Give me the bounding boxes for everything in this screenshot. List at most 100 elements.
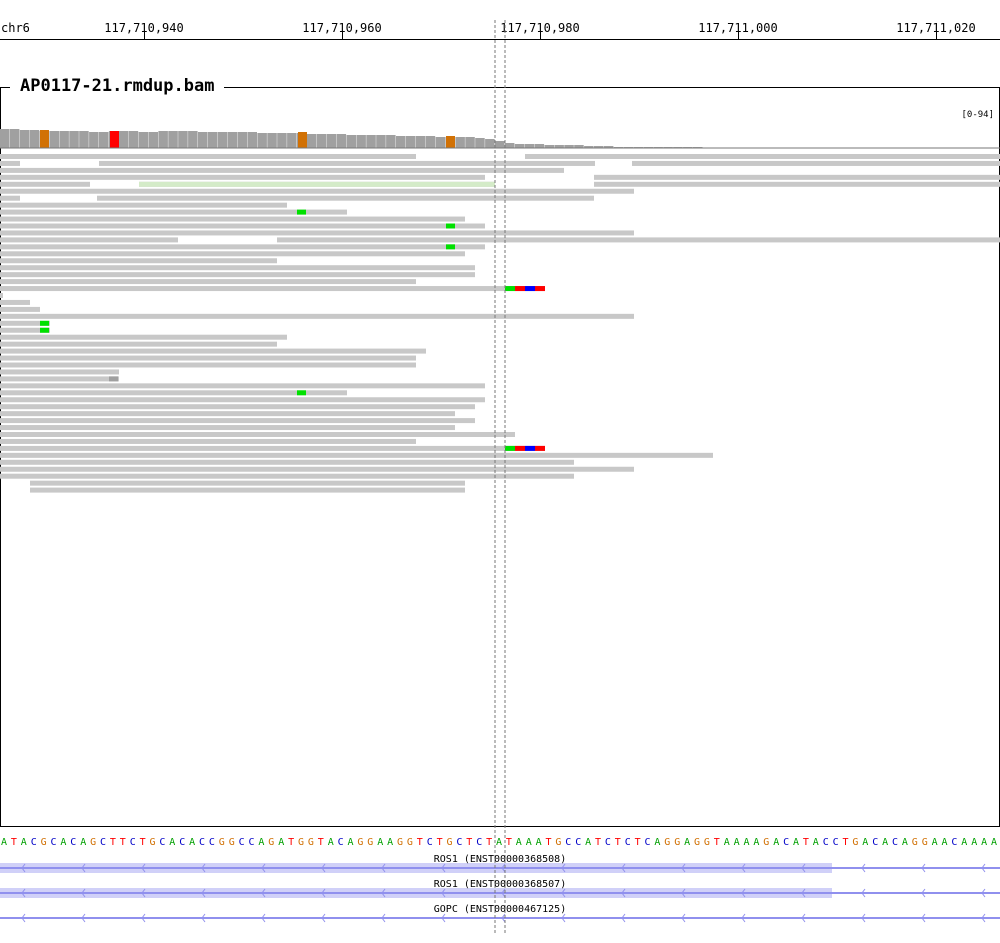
read[interactable] [0, 188, 634, 194]
coverage-bar[interactable] [19, 130, 30, 148]
alignment-view[interactable] [0, 0, 1000, 943]
read[interactable] [0, 425, 455, 431]
read[interactable] [0, 459, 574, 465]
coverage-bar[interactable] [69, 131, 79, 148]
coverage-bar[interactable] [316, 134, 327, 148]
read[interactable] [0, 154, 416, 159]
coverage-bar[interactable] [534, 144, 545, 148]
read[interactable] [0, 244, 485, 250]
coverage-bar[interactable] [227, 132, 238, 148]
coverage-bar[interactable] [356, 135, 366, 148]
coverage-bar[interactable] [9, 129, 20, 148]
read[interactable] [0, 286, 545, 292]
read[interactable] [0, 334, 287, 340]
read[interactable] [0, 341, 277, 347]
coverage-bar[interactable] [128, 131, 139, 148]
read[interactable] [0, 209, 347, 215]
gene-label-ros1-508[interactable]: ROS1 (ENST00000368508) [0, 854, 1000, 865]
reference-sequence[interactable]: ATACGCACAGCTTCTGCACACCGGCCAGATGGTACAGGAA… [0, 837, 1000, 849]
read-mismatch[interactable] [505, 286, 515, 292]
read[interactable] [0, 432, 515, 437]
coverage-bar[interactable] [386, 135, 396, 148]
read[interactable] [0, 181, 90, 187]
read[interactable] [0, 174, 485, 180]
read[interactable] [0, 230, 634, 236]
coverage-bar[interactable] [138, 132, 149, 148]
coverage-bar[interactable] [59, 131, 69, 148]
coverage-bar[interactable] [49, 131, 60, 148]
coverage-bar[interactable] [415, 136, 426, 148]
read-mismatch[interactable] [40, 320, 49, 326]
coverage-bar[interactable] [425, 136, 436, 148]
read[interactable] [0, 383, 485, 389]
read-mismatch[interactable] [515, 286, 525, 292]
coverage-bar[interactable] [277, 133, 287, 148]
read[interactable] [0, 404, 475, 410]
read[interactable] [0, 362, 416, 368]
coverage-bar[interactable] [118, 131, 129, 148]
read[interactable] [0, 466, 634, 472]
read-mismatch[interactable] [505, 445, 515, 451]
coverage-bar[interactable] [396, 136, 406, 148]
read-mismatch[interactable] [525, 286, 535, 292]
coverage-bar[interactable] [267, 133, 277, 148]
read[interactable] [0, 397, 485, 403]
read[interactable] [97, 195, 594, 201]
coverage-bar[interactable] [247, 132, 258, 148]
read-mismatch[interactable] [515, 445, 525, 451]
coverage-bar[interactable] [287, 133, 297, 148]
coverage-bar[interactable] [376, 135, 386, 148]
coverage-bar[interactable] [0, 129, 10, 148]
coverage-bar[interactable] [504, 143, 515, 148]
read-mismatch[interactable] [40, 327, 49, 333]
read-mismatch[interactable] [297, 209, 306, 215]
coverage-bar[interactable] [524, 144, 535, 148]
read-mismatch[interactable] [446, 244, 455, 250]
coverage-bar[interactable] [198, 132, 208, 148]
read[interactable] [0, 195, 20, 201]
read[interactable] [99, 160, 595, 166]
read[interactable] [0, 411, 455, 417]
coverage-bar[interactable] [455, 137, 465, 148]
read[interactable] [0, 279, 416, 285]
coverage-bar[interactable] [306, 134, 317, 148]
read-mismatch[interactable] [525, 445, 535, 451]
read-mismatch[interactable] [297, 390, 306, 396]
coverage-mismatch-bar[interactable] [40, 130, 49, 148]
coverage-bar[interactable] [475, 138, 485, 148]
read[interactable] [0, 167, 564, 173]
read[interactable] [0, 445, 545, 451]
gene-label-ros1-507[interactable]: ROS1 (ENST00000368507) [0, 879, 1000, 890]
coverage-mismatch-bar[interactable] [446, 136, 455, 148]
read[interactable] [0, 202, 287, 208]
coverage-bar[interactable] [29, 130, 40, 148]
read[interactable] [0, 376, 119, 382]
coverage-bar[interactable] [435, 137, 446, 148]
coverage-bar[interactable] [99, 132, 109, 148]
coverage-bar[interactable] [207, 132, 218, 148]
gene-label-gopc[interactable]: GOPC (ENST00000467125) [0, 904, 1000, 915]
read[interactable] [594, 181, 1000, 187]
read[interactable] [0, 369, 119, 375]
coverage-bar[interactable] [168, 131, 178, 148]
read[interactable] [0, 216, 465, 222]
read-mismatch[interactable] [535, 286, 545, 292]
coverage-bar[interactable] [158, 131, 168, 148]
read[interactable] [30, 480, 465, 486]
read[interactable] [30, 487, 465, 493]
read[interactable] [0, 473, 574, 479]
read-mismatch[interactable] [446, 223, 455, 229]
read[interactable] [0, 223, 485, 229]
read[interactable] [277, 237, 1000, 243]
coverage-mismatch-bar[interactable] [298, 132, 307, 148]
coverage-bar[interactable] [514, 144, 525, 148]
read[interactable] [594, 174, 1000, 180]
coverage-bar[interactable] [405, 136, 416, 148]
read[interactable] [0, 258, 277, 264]
read[interactable] [0, 160, 20, 166]
coverage-bar[interactable] [336, 134, 347, 148]
read[interactable] [0, 251, 465, 257]
read[interactable] [0, 348, 426, 354]
read[interactable] [0, 438, 416, 444]
read[interactable] [0, 293, 3, 298]
